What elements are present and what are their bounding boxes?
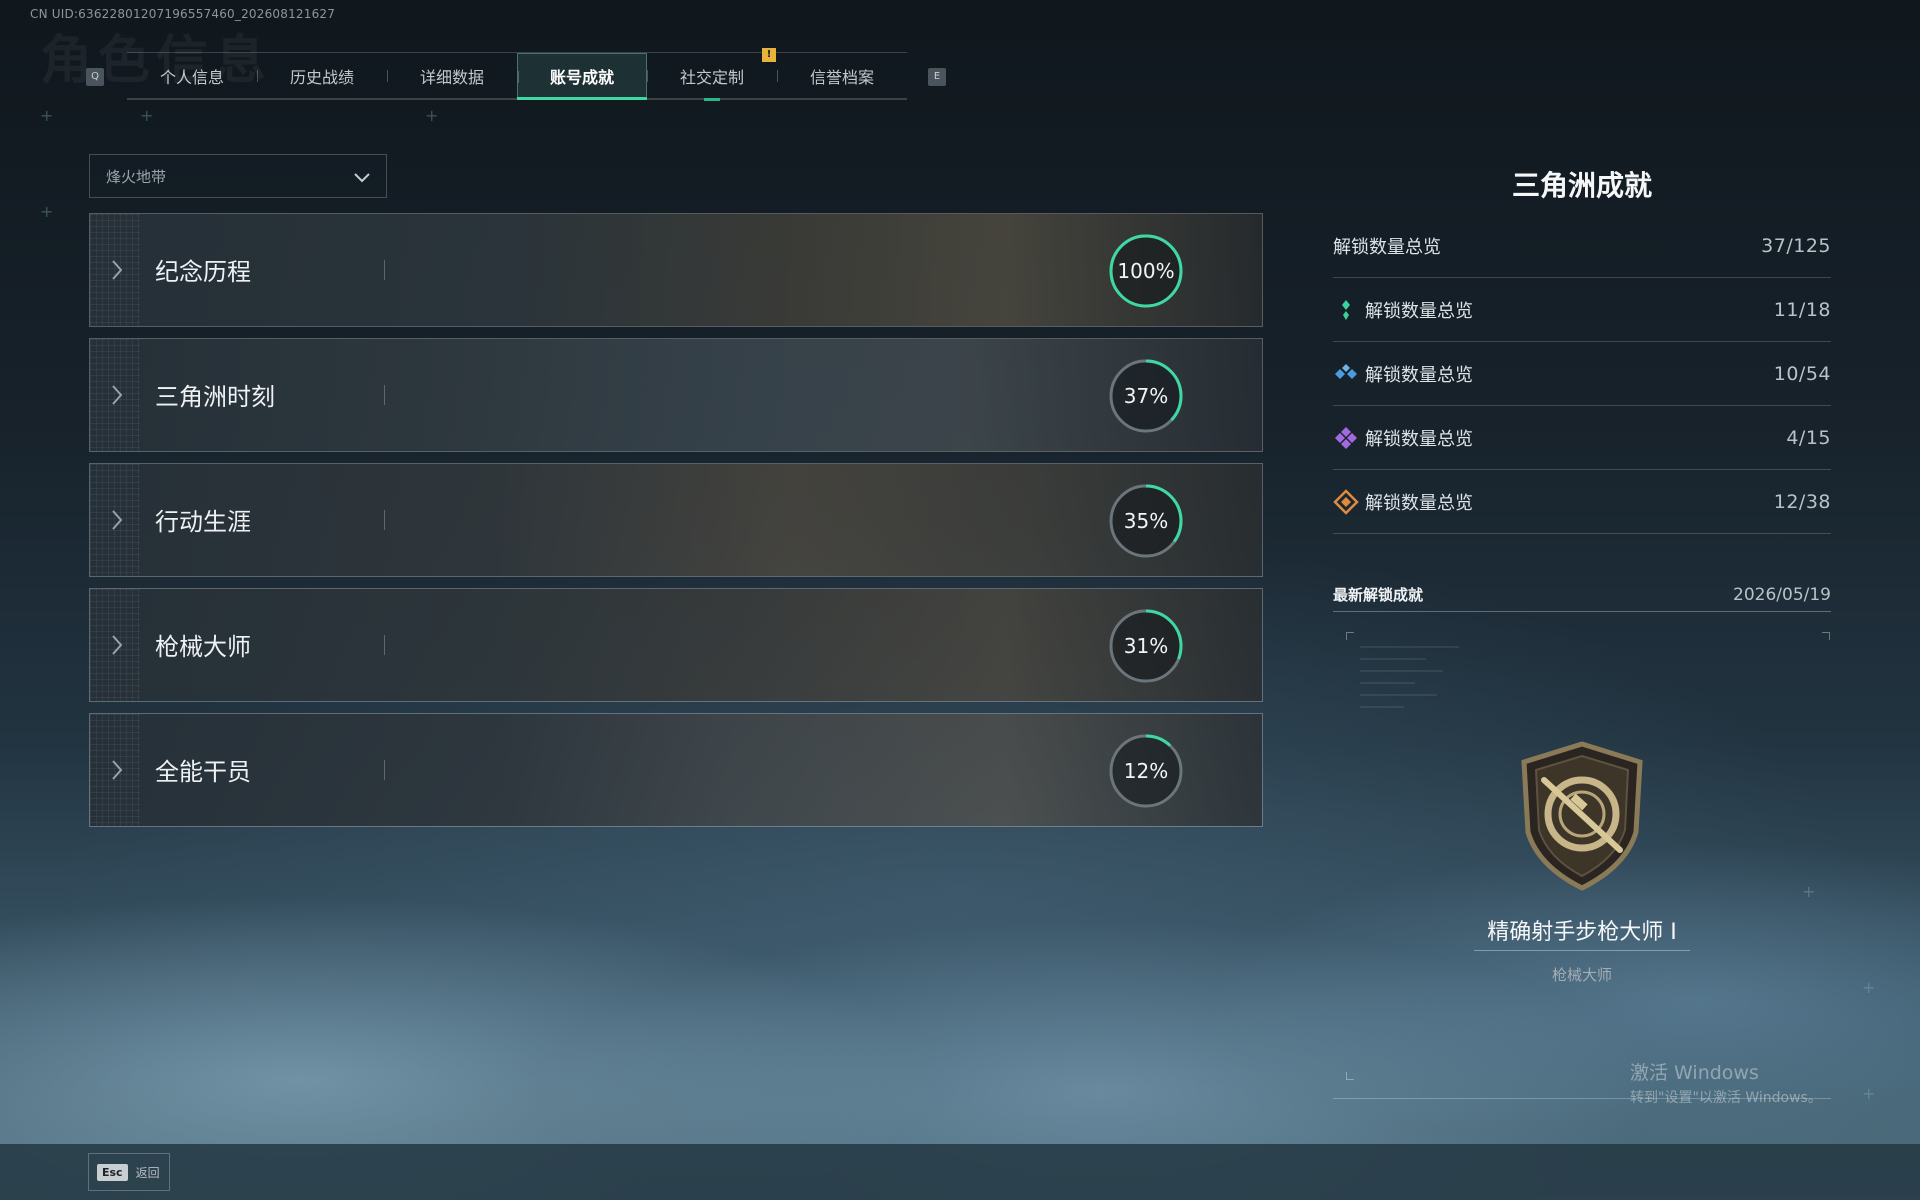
tab-indicator [704,98,720,101]
tab-credit-record[interactable]: 信誉档案 [777,53,907,98]
bottom-bar [0,1144,1920,1200]
tab-match-history[interactable]: 历史战绩 [257,53,387,98]
notification-badge: ! [762,48,776,62]
stat-row-total: 解锁数量总览 37/125 [1333,214,1831,278]
rifle-shield-emblem-icon [1521,741,1643,891]
stat-label: 解锁数量总览 [1365,364,1473,386]
progress-percent: 31% [1123,634,1169,658]
card-decor-lines [1360,646,1470,718]
chevron-right-icon [112,510,123,530]
back-label: 返回 [135,1165,160,1180]
divider [384,510,385,530]
latest-achievement-date: 2026/05/19 [1733,584,1831,605]
latest-achievement-label: 最新解锁成就 [1333,586,1424,604]
blue-tier-icon [1335,363,1357,379]
category-name: 行动生涯 [155,508,251,536]
next-tab-key-hint[interactable]: E [928,68,946,86]
category-art [90,589,1262,701]
crosshair-decor: + [1862,978,1876,997]
mode-select[interactable]: 烽火地带 [89,154,387,198]
stat-row-blue: 解锁数量总览 10/54 [1333,342,1831,406]
category-row[interactable]: 纪念历程 100% [89,213,1263,327]
tab-detailed-data[interactable]: 详细数据 [387,53,517,98]
main-tabs: 个人信息 历史战绩 详细数据 账号成就 社交定制 信誉档案 [127,52,907,101]
stat-value: 12/38 [1773,490,1831,513]
tab-label: 信誉档案 [809,67,874,87]
stat-row-green: 解锁数量总览 11/18 [1333,278,1831,342]
esc-key-hint: Esc [97,1163,128,1181]
tab-label: 账号成就 [549,67,614,87]
watermark-line: 转到"设置"以激活 Windows。 [1630,1090,1822,1106]
category-row[interactable]: 三角洲时刻 37% [89,338,1263,452]
category-art [90,464,1262,576]
stat-label: 解锁数量总览 [1333,236,1441,258]
chevron-right-icon [112,385,123,405]
chevron-right-icon [112,760,123,780]
category-row[interactable]: 行动生涯 35% [89,463,1263,577]
category-art [90,214,1262,326]
divider [384,760,385,780]
card-corner [1822,632,1830,640]
category-art [90,714,1262,826]
category-name: 三角洲时刻 [155,383,275,411]
category-row[interactable]: 全能干员 12% [89,713,1263,827]
stat-value: 4/15 [1786,426,1831,449]
progress-percent: 37% [1123,384,1169,408]
progress-percent: 35% [1123,509,1169,533]
achievement-category: 枪械大师 [1551,966,1612,984]
divider [384,260,385,280]
crosshair-decor: + [40,106,54,125]
latest-achievement-header: 最新解锁成就 2026/05/19 [1333,578,1831,612]
category-name: 枪械大师 [155,633,251,661]
category-row[interactable]: 枪械大师 31% [89,588,1263,702]
mode-select-value: 烽火地带 [106,167,167,186]
achievement-name: 精确射手步枪大师 I [1487,920,1677,945]
progress-percent: 100% [1117,259,1175,283]
stat-row-orange: 解锁数量总览 12/38 [1333,470,1831,534]
crosshair-decor: + [40,202,54,221]
crosshair-decor: + [425,106,439,125]
prev-tab-key-hint[interactable]: Q [86,68,104,86]
divider [384,385,385,405]
tab-label: 个人信息 [159,67,224,87]
windows-activation-watermark: 激活 Windows 转到"设置"以激活 Windows。 [1630,1058,1822,1107]
stat-label: 解锁数量总览 [1365,300,1473,322]
progress-percent: 12% [1123,759,1169,783]
chevron-right-icon [112,635,123,655]
purple-tier-icon [1335,426,1357,449]
crosshair-decor: + [140,106,154,125]
divider [384,635,385,655]
panel-title: 三角洲成就 [1511,169,1652,202]
chevron-down-icon [354,173,370,183]
stat-label: 解锁数量总览 [1365,428,1473,450]
chevron-right-icon [112,260,123,280]
category-name: 纪念历程 [155,258,251,286]
stat-row-purple: 解锁数量总览 4/15 [1333,406,1831,470]
crosshair-decor: + [1862,1084,1876,1103]
orange-tier-icon [1333,488,1359,515]
tab-account-achievements[interactable]: 账号成就 [517,53,647,100]
tab-label: 社交定制 [679,67,744,87]
tab-label: 历史战绩 [289,67,354,87]
stat-value: 10/54 [1773,362,1831,385]
card-corner [1346,1072,1354,1080]
category-name: 全能干员 [155,758,251,786]
tab-social-custom[interactable]: 社交定制 [647,53,777,101]
tab-personal-info[interactable]: 个人信息 [127,53,257,98]
stat-label: 解锁数量总览 [1365,492,1473,514]
stat-value: 37/125 [1761,234,1831,257]
watermark-line: 激活 Windows [1630,1062,1759,1084]
green-tier-icon [1342,299,1350,320]
stat-value: 11/18 [1773,298,1831,321]
back-button[interactable]: Esc 返回 [88,1153,170,1191]
card-corner [1346,632,1354,640]
achievement-underline [1474,950,1690,951]
tab-label: 详细数据 [419,67,484,87]
